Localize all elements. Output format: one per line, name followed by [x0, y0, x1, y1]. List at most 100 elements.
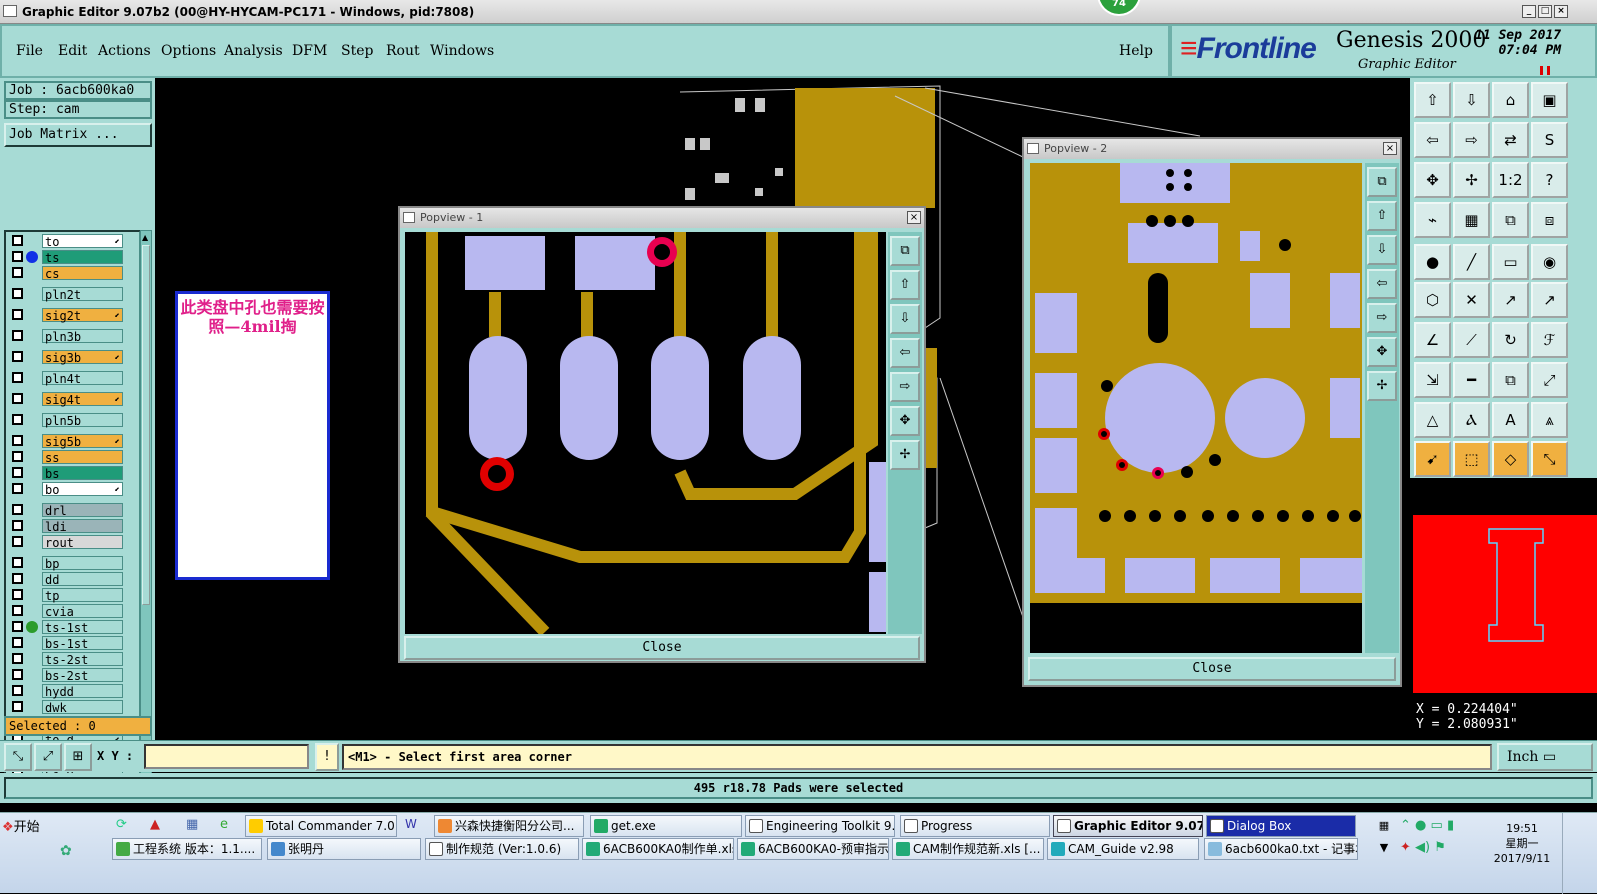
popview-2-canvas[interactable] [1030, 163, 1362, 653]
popview-1-title-bar[interactable]: Popview - 1 × [400, 208, 924, 228]
popview-1-canvas[interactable] [405, 232, 886, 634]
zoom-in-icon[interactable]: ✥ [1414, 162, 1451, 198]
layer-name[interactable]: drl [42, 503, 123, 518]
quicklaunch-icon-1[interactable]: ⟳ [116, 817, 136, 835]
tray-flag-icon[interactable]: ⚑ [1434, 840, 1446, 855]
layer-checkbox[interactable] [12, 414, 23, 425]
layer-checkbox[interactable] [12, 669, 23, 680]
layer-name[interactable]: pln5b [42, 413, 123, 428]
layer-checkbox[interactable] [12, 536, 23, 547]
job-matrix-button[interactable]: Job Matrix ... [4, 123, 152, 147]
layer-checkbox[interactable] [12, 483, 23, 494]
layer-checkbox[interactable] [12, 351, 23, 362]
layer-name[interactable]: dwk [42, 700, 123, 715]
layer-name[interactable]: tp [42, 588, 123, 603]
line-tool-icon[interactable]: ╱ [1453, 244, 1490, 280]
layer-name[interactable]: ldi [42, 519, 123, 534]
task-engineering-toolkit[interactable]: Engineering Toolkit 9.07... [745, 815, 895, 837]
layer-checkbox[interactable] [12, 621, 23, 632]
task-dialog-box[interactable]: Dialog Box [1206, 815, 1356, 837]
tray-monitor-icon[interactable]: ▭ [1431, 818, 1443, 833]
pan-left-icon[interactable]: ⇦ [1414, 122, 1451, 158]
select-arrow-icon[interactable]: ➹ [1414, 441, 1451, 477]
layer-name[interactable]: ts-2st [42, 652, 123, 667]
layer-row[interactable]: ts-1st [8, 620, 123, 635]
layer-checkbox[interactable] [12, 451, 23, 462]
pdf-reader-icon[interactable]: ▲ [150, 817, 170, 835]
pan-left-icon[interactable]: ⇦ [890, 338, 920, 368]
peak-tool-icon[interactable]: Ⲁ [1453, 402, 1490, 438]
mirror-icon[interactable]: ⇄ [1492, 122, 1529, 158]
popview-2-title-bar[interactable]: Popview - 2 × [1024, 139, 1400, 159]
layer-checkbox[interactable] [12, 605, 23, 616]
menu-edit[interactable]: Edit [58, 43, 87, 59]
layer-name[interactable]: sig5b ⬋ [42, 434, 123, 449]
menu-dfm[interactable]: DFM [292, 43, 327, 59]
layer-row[interactable]: sig2t ⬋ [8, 308, 123, 323]
tray-app-icon[interactable]: ● [1415, 818, 1426, 833]
tray-network-icon[interactable]: ▮ [1447, 818, 1454, 833]
menu-windows[interactable]: Windows [430, 43, 494, 59]
layer-row[interactable]: dd [8, 572, 123, 587]
layer-checkbox[interactable] [12, 520, 23, 531]
start-button[interactable]: ❖开始 [2, 817, 48, 839]
layer-row[interactable]: rout [8, 535, 123, 550]
layer-checkbox[interactable] [12, 637, 23, 648]
unit-selector[interactable]: Inch ▭ [1497, 743, 1593, 771]
triangle-tool-icon[interactable]: △ [1414, 402, 1451, 438]
taskbar-scroll[interactable]: ▦ ▼ [1374, 815, 1394, 861]
layer-row[interactable]: bo ⬋ [8, 482, 123, 497]
layer-checkbox[interactable] [12, 393, 23, 404]
task-pre-review[interactable]: 6ACB600KA0-预审指示... [737, 838, 889, 860]
polygon-tool-icon[interactable]: ⬡ [1414, 282, 1451, 318]
popview-2-close-x[interactable]: × [1383, 142, 1397, 155]
menu-step[interactable]: Step [341, 43, 373, 59]
popview-1-close-button[interactable]: Close [404, 636, 920, 660]
show-desktop-button[interactable] [1562, 813, 1597, 894]
layer-name[interactable]: ts [42, 250, 123, 265]
a-tool-icon[interactable]: A [1492, 402, 1529, 438]
menu-rout[interactable]: Rout [386, 43, 420, 59]
zoom-area-icon[interactable]: ⤡ [4, 743, 32, 771]
system-clock[interactable]: 19:51 星期一 2017/9/11 [1490, 821, 1554, 866]
layer-name[interactable]: rout [42, 535, 123, 550]
layer-down-icon[interactable]: ⇩ [1453, 82, 1490, 118]
layer-checkbox[interactable] [12, 435, 23, 446]
zoom-in-icon[interactable]: ✥ [890, 406, 920, 436]
layer-row[interactable]: cvia [8, 604, 123, 619]
help-icon[interactable]: ? [1531, 162, 1568, 198]
layer-row[interactable]: bs-2st [8, 668, 123, 683]
layer-name[interactable]: sig4t ⬋ [42, 392, 123, 407]
task-engineering-system[interactable]: 工程系统 版本：1.1.... [112, 838, 262, 860]
text-tool-icon[interactable]: ℱ [1531, 322, 1568, 358]
layer-list-scrollbar[interactable]: ▲ ▼ [140, 230, 152, 790]
measure-icon[interactable]: ⌁ [1414, 202, 1451, 238]
layer-row[interactable]: pln4t [8, 371, 123, 386]
layer-row[interactable]: tp [8, 588, 123, 603]
calculator-icon[interactable]: ▦ [186, 817, 206, 835]
layer-row[interactable]: pln3b [8, 329, 123, 344]
close-button[interactable]: × [1554, 5, 1568, 18]
layer-row[interactable]: sig4t ⬋ [8, 392, 123, 407]
menu-options[interactable]: Options [161, 43, 216, 59]
task-cam-spec-xls[interactable]: CAM制作规范新.xls [... [892, 838, 1044, 860]
minimize-button[interactable]: _ [1522, 5, 1536, 18]
layer-name[interactable]: bs [42, 466, 123, 481]
copy-tool-icon[interactable]: ⧉ [1492, 362, 1529, 398]
angle-line-icon[interactable]: ∠ [1414, 322, 1451, 358]
layer-row[interactable]: ss [8, 450, 123, 465]
layer-name[interactable]: dd [42, 572, 123, 587]
grid-toggle-icon[interactable]: ⊞ [64, 743, 92, 771]
task-xingsen[interactable]: 兴森快捷衡阳分公司... [434, 815, 584, 837]
layer-row[interactable]: bs [8, 466, 123, 481]
layer-name[interactable]: bs-2st [42, 668, 123, 683]
layer-name[interactable]: pln4t [42, 371, 123, 386]
layer-row[interactable]: bs-1st [8, 636, 123, 651]
circle-tool-icon[interactable]: ◉ [1531, 244, 1568, 280]
popview-1-close-x[interactable]: × [907, 211, 921, 224]
maximize-button[interactable]: □ [1538, 5, 1552, 18]
snap-icon[interactable]: S [1531, 122, 1568, 158]
layer-checkbox[interactable] [12, 372, 23, 383]
cross-icon[interactable]: ✕ [1453, 282, 1490, 318]
diagonal-line-icon[interactable]: ⟋ [1453, 322, 1490, 358]
